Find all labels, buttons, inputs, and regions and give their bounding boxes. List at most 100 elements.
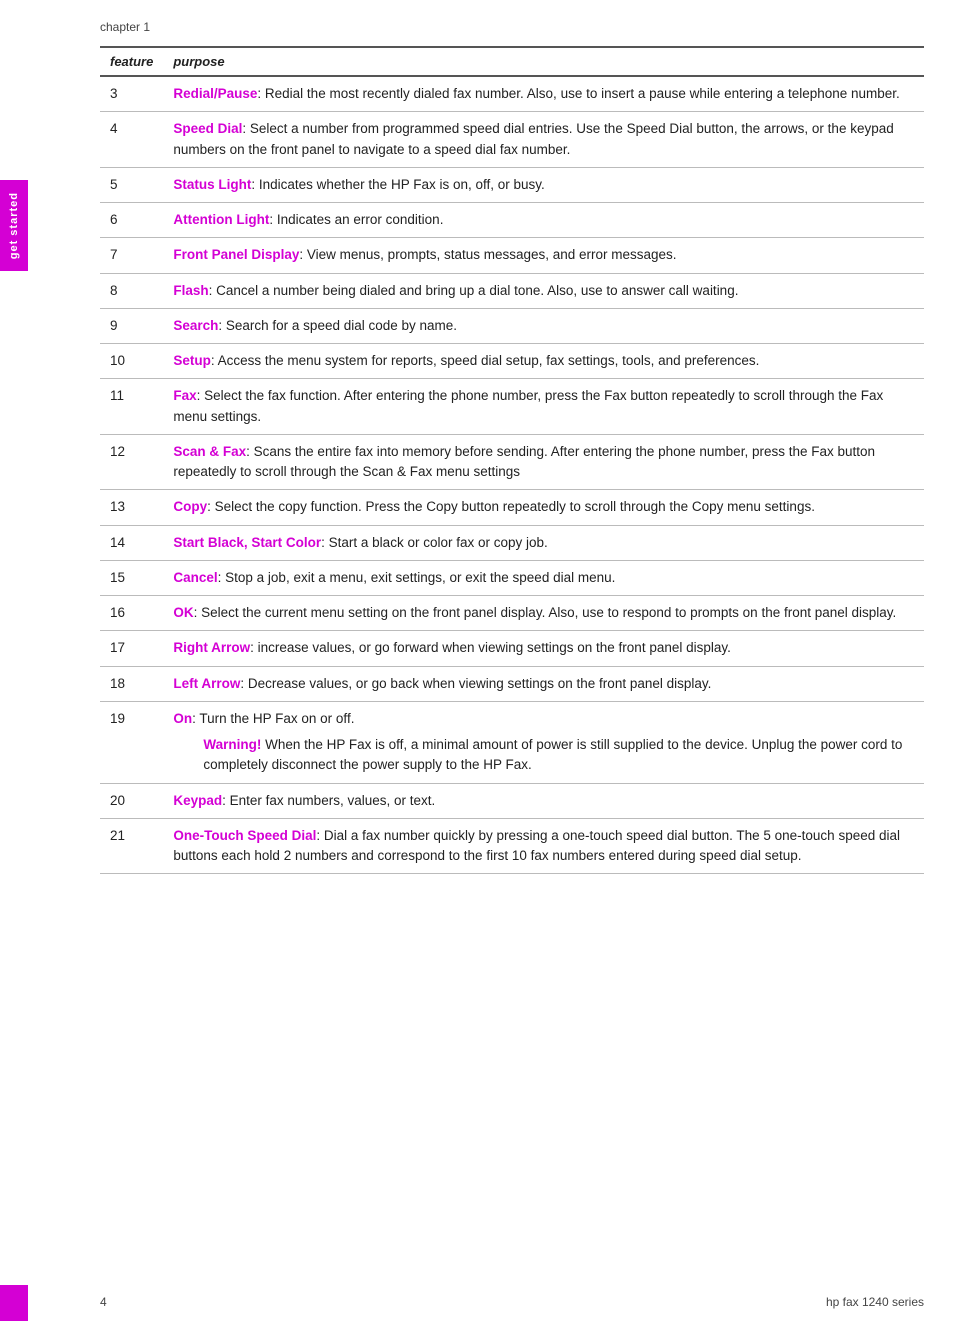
feature-number: 4 xyxy=(100,112,163,168)
footer-pink-decoration xyxy=(0,1285,28,1321)
feature-number: 21 xyxy=(100,818,163,874)
table-body: 3Redial/Pause: Redial the most recently … xyxy=(100,76,924,874)
table-row: 12Scan & Fax: Scans the entire fax into … xyxy=(100,434,924,490)
footer-product-name: hp fax 1240 series xyxy=(826,1295,924,1309)
feature-text: : View menus, prompts, status messages, … xyxy=(299,247,676,262)
feature-text: : Scans the entire fax into memory befor… xyxy=(173,444,875,479)
feature-purpose: One-Touch Speed Dial: Dial a fax number … xyxy=(163,818,924,874)
feature-highlight: Redial/Pause xyxy=(173,86,257,101)
warning-block: Warning! When the HP Fax is off, a minim… xyxy=(173,735,914,776)
side-tab-label: get started xyxy=(8,192,20,259)
feature-number: 12 xyxy=(100,434,163,490)
feature-highlight: Start Black, Start Color xyxy=(173,535,321,550)
feature-number: 14 xyxy=(100,525,163,560)
feature-purpose: Cancel: Stop a job, exit a menu, exit se… xyxy=(163,560,924,595)
feature-highlight: Left Arrow xyxy=(173,676,240,691)
side-tab: get started xyxy=(0,180,28,271)
feature-number: 16 xyxy=(100,596,163,631)
feature-number: 13 xyxy=(100,490,163,525)
feature-highlight: Scan & Fax xyxy=(173,444,246,459)
table-row: 11Fax: Select the fax function. After en… xyxy=(100,379,924,435)
feature-highlight: Fax xyxy=(173,388,196,403)
feature-purpose: Speed Dial: Select a number from program… xyxy=(163,112,924,168)
feature-purpose: Flash: Cancel a number being dialed and … xyxy=(163,273,924,308)
feature-purpose: Fax: Select the fax function. After ente… xyxy=(163,379,924,435)
feature-purpose: Start Black, Start Color: Start a black … xyxy=(163,525,924,560)
feature-number: 5 xyxy=(100,167,163,202)
table-row: 18Left Arrow: Decrease values, or go bac… xyxy=(100,666,924,701)
feature-number: 11 xyxy=(100,379,163,435)
feature-number: 17 xyxy=(100,631,163,666)
feature-highlight: On xyxy=(173,711,192,726)
feature-purpose: Scan & Fax: Scans the entire fax into me… xyxy=(163,434,924,490)
feature-purpose: Right Arrow: increase values, or go forw… xyxy=(163,631,924,666)
feature-purpose: Status Light: Indicates whether the HP F… xyxy=(163,167,924,202)
page-container: chapter 1 feature purpose 3Redial/Pause:… xyxy=(40,0,924,924)
feature-text: : Stop a job, exit a menu, exit settings… xyxy=(218,570,616,585)
table-row: 19 On: Turn the HP Fax on or off. Warning!… xyxy=(100,701,924,783)
feature-text: : Enter fax numbers, values, or text. xyxy=(222,793,435,808)
footer-page-number: 4 xyxy=(100,1295,107,1309)
feature-purpose: Setup: Access the menu system for report… xyxy=(163,344,924,379)
warning-label: Warning! xyxy=(203,737,261,752)
feature-highlight: Flash xyxy=(173,283,208,298)
feature-purpose: Search: Search for a speed dial code by … xyxy=(163,308,924,343)
table-row: 8Flash: Cancel a number being dialed and… xyxy=(100,273,924,308)
feature-purpose: Redial/Pause: Redial the most recently d… xyxy=(163,76,924,112)
feature-highlight: Right Arrow xyxy=(173,640,250,655)
feature-highlight: Speed Dial xyxy=(173,121,242,136)
warning-text: When the HP Fax is off, a minimal amount… xyxy=(203,737,902,772)
table-row: 13 Copy: Select the copy function. Press … xyxy=(100,490,924,525)
chapter-label: chapter 1 xyxy=(100,20,924,34)
feature-text: : Indicates an error condition. xyxy=(269,212,443,227)
table-row: 4Speed Dial: Select a number from progra… xyxy=(100,112,924,168)
feature-number: 3 xyxy=(100,76,163,112)
feature-number: 18 xyxy=(100,666,163,701)
table-row: 17Right Arrow: increase values, or go fo… xyxy=(100,631,924,666)
feature-text: : Select a number from programmed speed … xyxy=(173,121,893,156)
feature-text: : Select the current menu setting on the… xyxy=(194,605,897,620)
feature-purpose: OK: Select the current menu setting on t… xyxy=(163,596,924,631)
feature-text: : Search for a speed dial code by name. xyxy=(218,318,457,333)
feature-text: : Start a black or color fax or copy job… xyxy=(321,535,548,550)
page-footer: 4 hp fax 1240 series xyxy=(40,1295,924,1309)
feature-purpose: Left Arrow: Decrease values, or go back … xyxy=(163,666,924,701)
feature-number: 6 xyxy=(100,203,163,238)
feature-text: : Indicates whether the HP Fax is on, of… xyxy=(251,177,544,192)
table-row: 6Attention Light: Indicates an error con… xyxy=(100,203,924,238)
feature-number: 20 xyxy=(100,783,163,818)
feature-highlight: One-Touch Speed Dial xyxy=(173,828,316,843)
feature-highlight: Keypad xyxy=(173,793,222,808)
feature-highlight: Attention Light xyxy=(173,212,269,227)
feature-number: 9 xyxy=(100,308,163,343)
feature-highlight: Search xyxy=(173,318,218,333)
feature-highlight: Front Panel Display xyxy=(173,247,299,262)
feature-number: 7 xyxy=(100,238,163,273)
feature-highlight: Copy xyxy=(173,499,207,514)
table-row: 20 Keypad: Enter fax numbers, values, or … xyxy=(100,783,924,818)
feature-highlight: Cancel xyxy=(173,570,217,585)
feature-text: : Decrease values, or go back when viewi… xyxy=(240,676,711,691)
table-row: 14Start Black, Start Color: Start a blac… xyxy=(100,525,924,560)
table-row: 16OK: Select the current menu setting on… xyxy=(100,596,924,631)
feature-text: : Turn the HP Fax on or off. xyxy=(192,711,354,726)
feature-purpose: Front Panel Display: View menus, prompts… xyxy=(163,238,924,273)
feature-purpose: Attention Light: Indicates an error cond… xyxy=(163,203,924,238)
feature-highlight: Setup xyxy=(173,353,211,368)
feature-number: 8 xyxy=(100,273,163,308)
table-header: feature purpose xyxy=(100,47,924,76)
feature-text: : Cancel a number being dialed and bring… xyxy=(209,283,739,298)
feature-highlight: OK xyxy=(173,605,193,620)
feature-number: 10 xyxy=(100,344,163,379)
table-row: 9Search: Search for a speed dial code by… xyxy=(100,308,924,343)
feature-purpose: On: Turn the HP Fax on or off. Warning! W… xyxy=(163,701,924,783)
feature-table: feature purpose 3Redial/Pause: Redial th… xyxy=(100,46,924,874)
feature-text: : Select the copy function. Press the Co… xyxy=(207,499,815,514)
feature-text: : increase values, or go forward when vi… xyxy=(250,640,731,655)
col-header-feature: feature xyxy=(100,47,163,76)
table-row: 5Status Light: Indicates whether the HP … xyxy=(100,167,924,202)
feature-highlight: Status Light xyxy=(173,177,251,192)
feature-number: 19 xyxy=(100,701,163,783)
table-row: 3Redial/Pause: Redial the most recently … xyxy=(100,76,924,112)
feature-text: : Access the menu system for reports, sp… xyxy=(211,353,760,368)
